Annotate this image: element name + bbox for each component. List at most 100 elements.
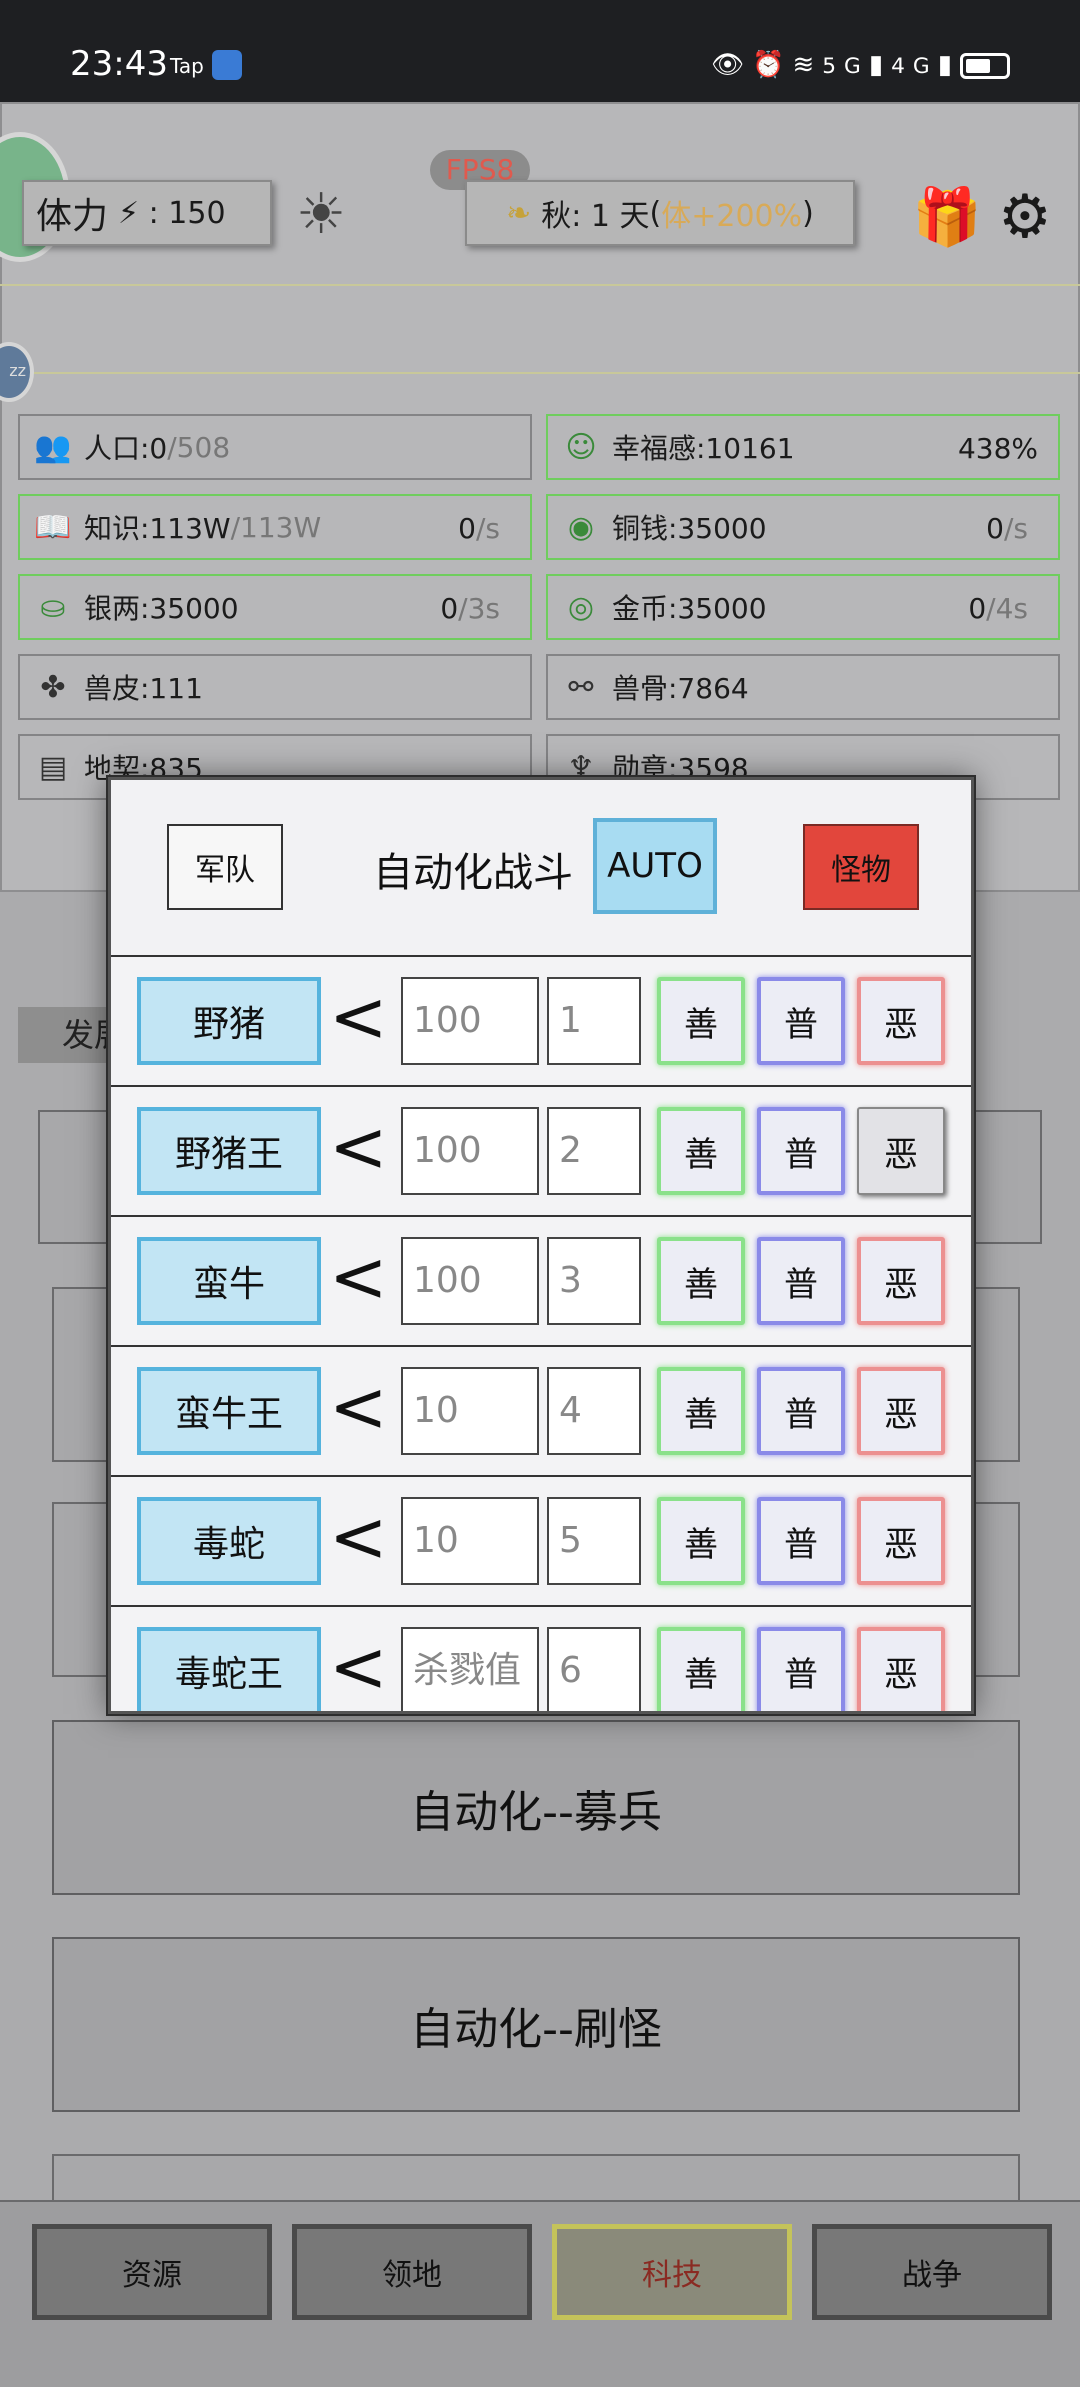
good-toggle[interactable]: 善 bbox=[657, 1497, 745, 1585]
good-toggle[interactable]: 善 bbox=[657, 977, 745, 1065]
threshold-input[interactable]: 100 bbox=[401, 1107, 539, 1195]
monster-name-button[interactable]: 毒蛇 bbox=[137, 1497, 321, 1585]
deed-icon: ▤ bbox=[38, 749, 68, 785]
alarm-icon: ⏰ bbox=[752, 50, 793, 80]
threshold-input[interactable]: 100 bbox=[401, 1237, 539, 1325]
monster-name-button[interactable]: 蛮牛 bbox=[137, 1237, 321, 1325]
dialog-title: 自动化战斗 bbox=[373, 850, 573, 896]
nav-territory[interactable]: 领地 bbox=[292, 2224, 532, 2320]
evil-toggle[interactable]: 恶 bbox=[857, 1107, 945, 1195]
evil-toggle[interactable]: 恶 bbox=[857, 1237, 945, 1325]
good-toggle[interactable]: 善 bbox=[657, 1627, 745, 1711]
lightning-icon: ⚡ : bbox=[118, 195, 159, 231]
monster-name-button[interactable]: 野猪王 bbox=[137, 1107, 321, 1195]
sun-icon[interactable]: ☀ bbox=[296, 182, 346, 247]
ingot-icon: ⛀ bbox=[40, 589, 66, 625]
auto-farm-button[interactable]: 自动化--刷怪 bbox=[52, 1937, 1020, 2112]
wifi-icon: ≋ bbox=[792, 50, 823, 80]
gear-icon[interactable]: ⚙ bbox=[998, 182, 1052, 252]
monster-button[interactable]: 怪物 bbox=[803, 824, 919, 910]
stamina-value: 150 bbox=[168, 195, 226, 231]
monster-list: 野猪 < 100 1 善 普 恶 野猪王 < 100 2 善 普 恶 蛮牛 < … bbox=[111, 955, 971, 1711]
eye-icon: 👁 bbox=[711, 50, 753, 80]
happiness-tile: ☺ 幸福感:10161 438% bbox=[546, 414, 1060, 480]
population-tile: 👥 人口:0/508 bbox=[18, 414, 532, 480]
auto-battle-dialog: 军队 自动化战斗 AUTO 怪物 野猪 < 100 1 善 普 恶 野猪王 < … bbox=[108, 777, 974, 1714]
normal-toggle[interactable]: 普 bbox=[757, 1237, 845, 1325]
threshold-input[interactable]: 杀戮值 bbox=[401, 1627, 539, 1711]
signal-5g-icon: 5G▮ bbox=[822, 50, 892, 80]
normal-toggle[interactable]: 普 bbox=[757, 1107, 845, 1195]
normal-toggle[interactable]: 普 bbox=[757, 1627, 845, 1711]
threshold-input[interactable]: 100 bbox=[401, 977, 539, 1065]
knowledge-tile: 📖 知识:113W/113W 0/s bbox=[18, 494, 532, 560]
divider bbox=[0, 372, 1080, 374]
monster-row: 毒蛇 < 10 5 善 普 恶 bbox=[111, 1475, 971, 1605]
gift-icon[interactable]: 🎁 bbox=[912, 184, 982, 250]
dialog-header: 军队 自动化战斗 AUTO 怪物 bbox=[111, 780, 971, 955]
leaf-icon: ❧ bbox=[506, 195, 532, 231]
silver-tile: ⛀ 银两:35000 0/3s bbox=[18, 574, 532, 640]
evil-toggle[interactable]: 恶 bbox=[857, 1497, 945, 1585]
order-input[interactable]: 6 bbox=[547, 1627, 641, 1711]
normal-toggle[interactable]: 普 bbox=[757, 977, 845, 1065]
monster-row: 野猪 < 100 1 善 普 恶 bbox=[111, 955, 971, 1085]
less-than-icon: < bbox=[329, 1366, 388, 1448]
less-than-icon: < bbox=[329, 1106, 388, 1188]
people-icon: 👥 bbox=[34, 429, 72, 465]
order-input[interactable]: 2 bbox=[547, 1107, 641, 1195]
order-input[interactable]: 5 bbox=[547, 1497, 641, 1585]
good-toggle[interactable]: 善 bbox=[657, 1367, 745, 1455]
gold-coin-icon: ◎ bbox=[567, 589, 595, 625]
divider bbox=[0, 284, 1080, 286]
auto-recruit-button[interactable]: 自动化--募兵 bbox=[52, 1720, 1020, 1895]
normal-toggle[interactable]: 普 bbox=[757, 1367, 845, 1455]
normal-toggle[interactable]: 普 bbox=[757, 1497, 845, 1585]
less-than-icon: < bbox=[329, 1496, 388, 1578]
evil-toggle[interactable]: 恶 bbox=[857, 1367, 945, 1455]
less-than-icon: < bbox=[329, 1236, 388, 1318]
nav-tech[interactable]: 科技 bbox=[552, 2224, 792, 2320]
threshold-input[interactable]: 10 bbox=[401, 1497, 539, 1585]
threshold-input[interactable]: 10 bbox=[401, 1367, 539, 1455]
clock: 23:43 bbox=[70, 44, 168, 84]
army-button[interactable]: 军队 bbox=[167, 824, 283, 910]
auto-button[interactable]: AUTO bbox=[593, 818, 717, 914]
monster-name-button[interactable]: 蛮牛王 bbox=[137, 1367, 321, 1455]
coin-icon: ◉ bbox=[567, 509, 595, 545]
nav-war[interactable]: 战争 bbox=[812, 2224, 1052, 2320]
hide-tile: ✤ 兽皮:111 bbox=[18, 654, 532, 720]
season-display: ❧ 秋: 1 天 ( 体+200% ) bbox=[465, 180, 855, 246]
hide-icon: ✤ bbox=[40, 669, 66, 705]
order-input[interactable]: 1 bbox=[547, 977, 641, 1065]
status-bar: 23:43 Tap 👁⏰≋5G▮4G▮ bbox=[0, 0, 1080, 102]
order-input[interactable]: 3 bbox=[547, 1237, 641, 1325]
evil-toggle[interactable]: 恶 bbox=[857, 1627, 945, 1711]
stamina-display: 体力 ⚡ : 150 bbox=[22, 180, 272, 246]
monster-row: 蛮牛 < 100 3 善 普 恶 bbox=[111, 1215, 971, 1345]
good-toggle[interactable]: 善 bbox=[657, 1237, 745, 1325]
good-toggle[interactable]: 善 bbox=[657, 1107, 745, 1195]
monster-row: 野猪王 < 100 2 善 普 恶 bbox=[111, 1085, 971, 1215]
system-icons: 👁⏰≋5G▮4G▮ bbox=[711, 50, 1010, 80]
monster-name-button[interactable]: 毒蛇王 bbox=[137, 1627, 321, 1711]
season-bonus: 体+200% bbox=[661, 199, 803, 234]
gold-tile: ◎ 金币:35000 0/4s bbox=[546, 574, 1060, 640]
evil-toggle[interactable]: 恶 bbox=[857, 977, 945, 1065]
season-text: 秋: 1 天 bbox=[541, 199, 650, 234]
book-icon: 📖 bbox=[34, 509, 72, 545]
copper-tile: ◉ 铜钱:35000 0/s bbox=[546, 494, 1060, 560]
monster-row: 毒蛇王 < 杀戮值 6 善 普 恶 bbox=[111, 1605, 971, 1711]
stamina-label: 体力 bbox=[36, 196, 109, 237]
monster-name-button[interactable]: 野猪 bbox=[137, 977, 321, 1065]
bone-icon: ⚯ bbox=[568, 669, 594, 705]
monster-row: 蛮牛王 < 10 4 善 普 恶 bbox=[111, 1345, 971, 1475]
tap-app-label: Tap bbox=[170, 54, 204, 78]
battery-icon bbox=[960, 52, 1010, 79]
nav-resources[interactable]: 资源 bbox=[32, 2224, 272, 2320]
less-than-icon: < bbox=[329, 976, 388, 1058]
less-than-icon: < bbox=[329, 1626, 388, 1708]
bone-tile: ⚯ 兽骨:7864 bbox=[546, 654, 1060, 720]
signal-4g-icon: 4G▮ bbox=[891, 50, 960, 80]
order-input[interactable]: 4 bbox=[547, 1367, 641, 1455]
